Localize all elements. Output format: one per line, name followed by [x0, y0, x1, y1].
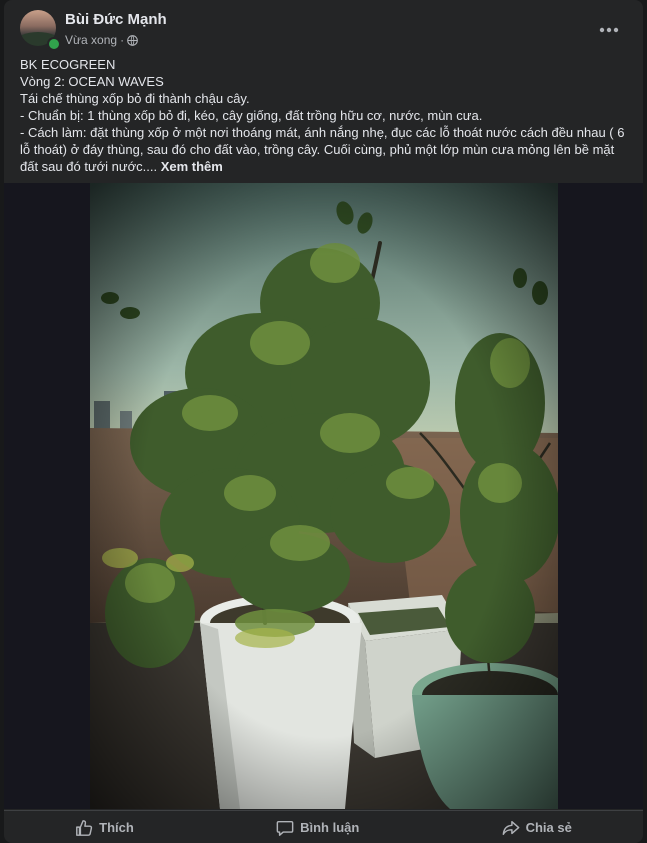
post-line-prepare: - Chuẩn bị: 1 thùng xốp bỏ đi, kéo, cây …	[20, 108, 483, 123]
globe-icon[interactable]	[127, 34, 138, 46]
share-button[interactable]: Chia sẻ	[486, 815, 588, 841]
thumbs-up-icon	[75, 819, 93, 837]
post-media[interactable]	[4, 183, 643, 809]
post-body: BK ECOGREEN Vòng 2: OCEAN WAVES Tái chế …	[20, 56, 632, 175]
comment-label: Bình luận	[300, 820, 360, 835]
share-icon	[502, 819, 520, 837]
post-line-description: Tái chế thùng xốp bỏ đi thành chậu cây.	[20, 91, 250, 106]
more-options-icon[interactable]	[595, 16, 623, 44]
like-button[interactable]: Thích	[59, 815, 150, 841]
timestamp[interactable]: Vừa xong	[65, 33, 117, 47]
comment-button[interactable]: Bình luận	[260, 815, 375, 841]
post-meta: Vừa xong ·	[65, 33, 138, 47]
author-name[interactable]: Bùi Đức Mạnh	[65, 11, 167, 28]
post-actions-bar: Thích Bình luận Chia sẻ	[4, 810, 643, 843]
like-label: Thích	[99, 820, 134, 835]
see-more-link[interactable]: Xem thêm	[161, 159, 223, 174]
post-card: Bùi Đức Mạnh Vừa xong · BK ECOGREEN Vòng…	[4, 0, 643, 843]
post-line-method: - Cách làm: đặt thùng xốp ở một nơi thoá…	[20, 124, 632, 175]
post-line-round: Vòng 2: OCEAN WAVES	[20, 74, 164, 89]
post-photo[interactable]	[90, 183, 558, 809]
meta-separator: ·	[120, 33, 125, 47]
post-line-title: BK ECOGREEN	[20, 57, 116, 72]
post-line-method-text: - Cách làm: đặt thùng xốp ở một nơi thoá…	[20, 125, 625, 174]
post-header: Bùi Đức Mạnh Vừa xong ·	[20, 10, 631, 51]
online-status-dot	[47, 37, 61, 51]
comment-icon	[276, 819, 294, 837]
share-label: Chia sẻ	[525, 820, 572, 835]
